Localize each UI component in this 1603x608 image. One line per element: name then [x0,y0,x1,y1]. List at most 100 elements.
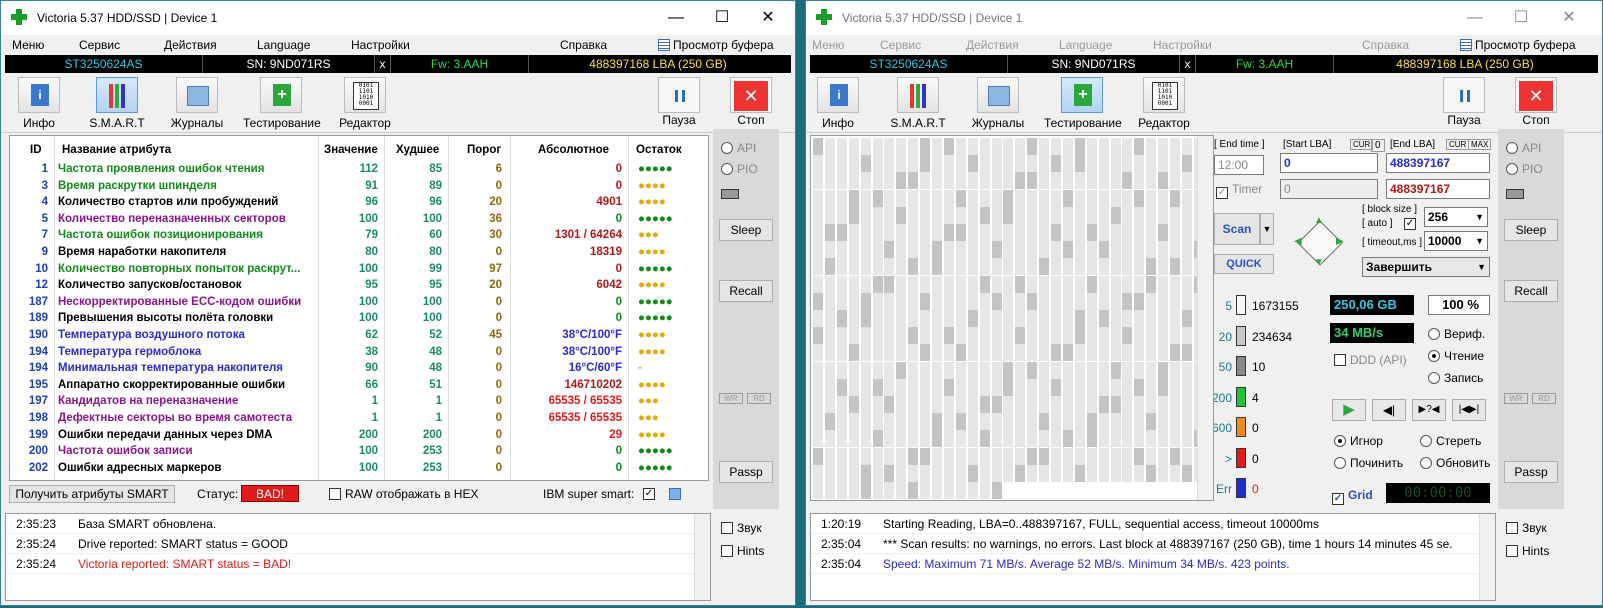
table-row[interactable]: 1 Частота проявления ошибок чтения 112 85 6 0… [10,162,708,179]
table-row[interactable]: 200 Частота ошибок записи 100 253 0 0 ●●●●● [10,444,708,461]
drive-close[interactable]: x [1180,55,1196,73]
tab-info[interactable]: i Инфо [800,77,876,130]
close-button[interactable]: ✕ [745,3,791,33]
tab-testing[interactable]: + Тестирование [1044,77,1122,130]
log-scrollbar[interactable] [694,514,710,600]
sound-checkbox[interactable]: Звук [1506,521,1547,535]
maximize-button[interactable]: ☐ [1498,3,1544,33]
table-row[interactable]: 198 Дефектные секторы во время самотеста 1… [10,411,708,428]
menu-service[interactable]: Сервис [79,38,120,52]
stop-button[interactable]: ✕ Стоп [1506,77,1566,127]
passp-button[interactable]: Passp [1504,461,1558,483]
pio-radio[interactable]: PIO [721,162,758,176]
menu-settings[interactable]: Настройки [351,38,410,52]
log-scrollbar[interactable] [1479,514,1495,600]
buffer-view[interactable]: Просмотр буфера [1460,38,1576,52]
sound-checkbox[interactable]: Звук [721,521,762,535]
ibm-checkbox[interactable]: ✓ [643,488,655,500]
tab-editor[interactable]: 0101 1101 1010 0001 Редактор [1126,77,1202,130]
quick-button[interactable]: QUICK [1214,254,1274,274]
raw-hex-checkbox[interactable]: RAW отображать в HEX [329,487,478,501]
pio-radio[interactable]: PIO [1506,162,1543,176]
menu-main[interactable]: Меню [12,38,44,52]
write-radio[interactable]: Запись [1428,371,1483,385]
hints-checkbox[interactable]: Hints [721,544,764,558]
scan-button[interactable]: Scan [1214,213,1260,245]
erase-radio[interactable]: Стереть [1420,434,1481,448]
recall-button[interactable]: Recall [719,280,773,302]
auto-checkbox[interactable]: ✓ [1404,218,1416,230]
table-row[interactable]: 194 Температура гермоблока 38 48 0 38°C/100°F… [10,345,708,362]
table-row[interactable]: 7 Частота ошибок позиционирования 79 60 30 13… [10,228,708,245]
timer-checkbox[interactable]: ✓ Timer [1216,182,1262,199]
drive-close[interactable]: x [375,55,391,73]
start-lba-input[interactable]: 0 [1280,153,1378,173]
table-row[interactable]: 197 Кандидатов на переназначение 1 1 0 65535 … [10,394,708,411]
finish-action-select[interactable]: Завершить ▼ [1362,257,1490,277]
timer-input[interactable]: 0 [1280,179,1378,199]
direction-pad[interactable]: ▲ ▼ ◀ ▶ [1292,215,1348,271]
get-smart-button[interactable]: Получить атрибуты SMART [9,485,175,503]
menu-actions[interactable]: Действия [966,38,1019,52]
pause-button[interactable]: Пауза [649,77,709,127]
passp-button[interactable]: Passp [719,461,773,483]
maximize-button[interactable]: ☐ [699,3,745,33]
skip-button[interactable]: ▶?◀ [1412,399,1446,421]
hints-checkbox[interactable]: Hints [1506,544,1549,558]
ignore-radio[interactable]: Игнор [1334,434,1383,448]
table-row[interactable]: 202 Ошибки адресных маркеров 100 253 0 0 ●●●●● [10,461,708,478]
menu-service[interactable]: Сервис [880,38,921,52]
end-button[interactable]: |◀▶| [1452,399,1486,421]
ddd-checkbox[interactable]: DDD (API) [1334,353,1407,367]
table-row[interactable]: 187 Нескорректированные ECC-кодом ошибки 1… [10,295,708,312]
table-row[interactable]: 4 Количество стартов или пробуждений 96 96 2… [10,195,708,212]
tab-logs[interactable]: Журналы [159,77,235,130]
start-zero-button[interactable]: 0 [1371,139,1385,152]
tab-testing[interactable]: + Тестирование [243,77,321,130]
stop-button[interactable]: ✕ Стоп [721,77,781,127]
buffer-view[interactable]: Просмотр буфера [658,38,774,52]
play-button[interactable]: ▶ [1332,399,1366,421]
sleep-button[interactable]: Sleep [1504,219,1558,241]
read-radio[interactable]: Чтение [1428,349,1484,363]
menu-settings[interactable]: Настройки [1153,38,1212,52]
tab-logs[interactable]: Журналы [960,77,1036,130]
recall-button[interactable]: Recall [1504,280,1558,302]
close-button[interactable]: ✕ [1546,3,1592,33]
ibm-color-swatch[interactable] [669,488,681,500]
table-row[interactable]: 5 Количество переназначенных секторов 100 1… [10,212,708,229]
table-row[interactable]: 189 Превышения высоты полёта головки 100 10… [10,311,708,328]
scan-dropdown[interactable]: ▼ [1260,213,1274,245]
api-radio[interactable]: API [1506,141,1541,155]
table-row[interactable]: 10 Количество повторных попыток раскрут..… [10,262,708,279]
verify-radio[interactable]: Вериф. [1428,327,1485,341]
back-button[interactable]: ◀| [1372,399,1406,421]
map-scrollbar[interactable] [1197,136,1213,500]
block-size-select[interactable]: 256 ▼ [1424,207,1488,227]
grid-checkbox[interactable]: ✓ Grid [1332,488,1373,505]
minimize-button[interactable]: — [1452,3,1498,33]
table-row[interactable]: 194 Минимальная температура накопителя 90 4… [10,361,708,378]
end-max-button[interactable]: MAX [1468,139,1492,150]
repair-radio[interactable]: Починить [1334,456,1403,470]
menu-language[interactable]: Language [257,38,310,52]
table-row[interactable]: 190 Температура воздушного потока 62 52 45 38… [10,328,708,345]
end-lba-input[interactable]: 488397167 [1386,153,1490,173]
pause-button[interactable]: Пауза [1434,77,1494,127]
tab-smart[interactable]: S.M.A.R.T [880,77,956,130]
menu-actions[interactable]: Действия [164,38,217,52]
start-cur-button[interactable]: CUR [1350,139,1374,150]
sleep-button[interactable]: Sleep [719,219,773,241]
table-row[interactable]: 3 Время раскрутки шпинделя 91 89 0 0 ●●●● [10,179,708,196]
tab-info[interactable]: i Инфо [1,77,77,130]
table-row[interactable]: 195 Аппаратно скорректированные ошибки 66 5… [10,378,708,395]
menu-help[interactable]: Справка [560,38,607,52]
table-row[interactable]: 9 Время наработки накопителя 80 80 0 18319 ●●●… [10,245,708,262]
tab-smart[interactable]: S.M.A.R.T [79,77,155,130]
menu-main[interactable]: Меню [812,38,844,52]
tab-editor[interactable]: 0101 1101 1010 0001 Редактор [327,77,403,130]
table-row[interactable]: 199 Ошибки передачи данных через DMA 200 20… [10,428,708,445]
minimize-button[interactable]: — [653,3,699,33]
table-row[interactable]: 12 Количество запусков/остановок 95 95 20 604… [10,278,708,295]
timeout-select[interactable]: 10000 ▼ [1424,231,1488,251]
